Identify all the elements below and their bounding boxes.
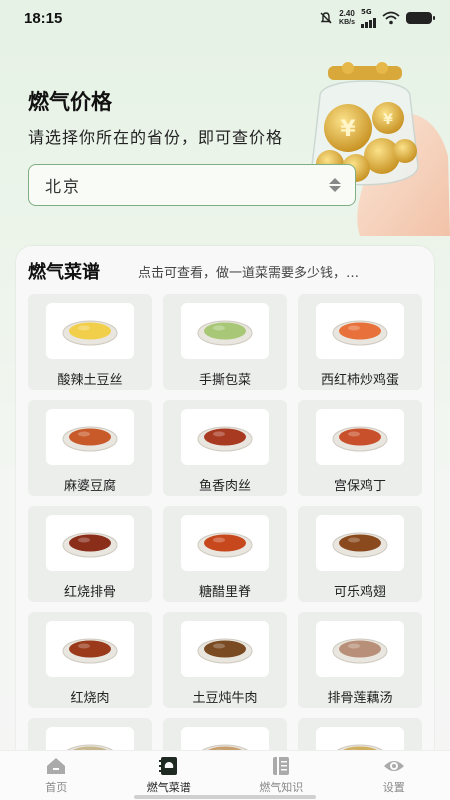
nav-label-settings: 设置 (382, 781, 405, 794)
recipe-card[interactable]: 麻婆豆腐 (28, 400, 152, 496)
recipe-name: 酸辣土豆丝 (57, 373, 123, 388)
dish-image (181, 303, 269, 359)
dish-plate-icon (197, 532, 253, 558)
recipe-card[interactable]: 宫保鸡丁 (298, 400, 422, 496)
recipe-card[interactable]: 红烧肉 (28, 612, 152, 708)
mute-icon (320, 12, 332, 24)
dish-image (181, 515, 269, 571)
signal-icon (361, 16, 376, 28)
recipe-name: 糖醋里脊 (198, 585, 251, 600)
dish-image (316, 303, 404, 359)
dish-plate-icon (62, 320, 118, 346)
recipe-name: 西红柿炒鸡蛋 (320, 373, 399, 388)
recipe-card[interactable]: 排骨莲藕汤 (298, 612, 422, 708)
nav-item-knowledge[interactable]: 燃气知识 (225, 756, 337, 795)
dish-plate-icon (197, 320, 253, 346)
coin-purse-illustration: ¥ ¥ (311, 62, 450, 236)
nav-item-settings[interactable]: 设置 (338, 756, 450, 795)
dish-plate-icon (197, 638, 253, 664)
province-select[interactable]: 北京 (28, 164, 356, 206)
wifi-icon (382, 11, 400, 25)
recipe-name: 宫保鸡丁 (333, 479, 386, 494)
eye-icon (383, 761, 404, 771)
recipe-name: 红烧排骨 (63, 585, 116, 600)
dish-image (46, 303, 134, 359)
nav-label-knowledge: 燃气知识 (259, 781, 304, 794)
book-icon (273, 757, 290, 775)
recipe-card[interactable]: 红烧排骨 (28, 506, 152, 602)
gas-recipe-description: 点击可查看，做一道菜需要多少钱，… (138, 266, 360, 281)
recipe-card[interactable]: 手撕包菜 (163, 294, 287, 390)
battery-icon (406, 12, 435, 24)
net-speed-value: 2.40 (339, 9, 355, 18)
recipe-name: 手撕包菜 (198, 373, 251, 388)
dish-image (181, 409, 269, 465)
recipe-name: 可乐鸡翅 (333, 585, 386, 600)
recipe-name: 麻婆豆腐 (63, 479, 116, 494)
recipe-name: 鱼香肉丝 (198, 479, 251, 494)
gas-recipe-title: 燃气菜谱 (28, 262, 100, 283)
dish-plate-icon (332, 532, 388, 558)
bottom-nav: 首页 燃气菜谱 燃气知识 设置 (0, 750, 450, 800)
recipe-icon (158, 757, 177, 775)
dish-image (316, 515, 404, 571)
recipe-grid: 酸辣土豆丝 手撕包菜 西红柿炒鸡蛋麻婆豆腐 鱼香肉丝 宫保鸡丁红烧排骨 糖醋里脊 可乐鸡翅红… (28, 294, 422, 800)
net-speed-unit: KB/s (339, 19, 355, 26)
dish-plate-icon (197, 426, 253, 452)
recipe-card[interactable]: 西红柿炒鸡蛋 (298, 294, 422, 390)
nav-label-home: 首页 (45, 781, 68, 794)
recipe-name: 排骨莲藕汤 (327, 691, 393, 706)
recipe-card[interactable]: 糖醋里脊 (163, 506, 287, 602)
home-indicator (134, 795, 316, 799)
status-time: 18:15 (24, 9, 63, 27)
svg-text:¥: ¥ (383, 112, 393, 128)
recipe-card[interactable]: 可乐鸡翅 (298, 506, 422, 602)
status-icons: 2.40 KB/s 5G (319, 7, 435, 28)
dish-plate-icon (332, 320, 388, 346)
recipe-card[interactable]: 酸辣土豆丝 (28, 294, 152, 390)
dish-plate-icon (332, 426, 388, 452)
home-icon (47, 758, 66, 774)
nav-item-recipes[interactable]: 燃气菜谱 (113, 756, 225, 795)
nav-item-home[interactable]: 首页 (0, 756, 112, 795)
recipe-name: 土豆炖牛肉 (192, 691, 258, 706)
dish-plate-icon (62, 426, 118, 452)
recipe-card[interactable]: 土豆炖牛肉 (163, 612, 287, 708)
gas-recipe-panel: 燃气菜谱 点击可查看，做一道菜需要多少钱，… 酸辣土豆丝 手撕包菜 西红柿炒鸡蛋麻婆… (16, 246, 434, 800)
dish-image (46, 515, 134, 571)
dish-plate-icon (62, 532, 118, 558)
dish-image (46, 409, 134, 465)
dish-image (46, 621, 134, 677)
recipe-name: 红烧肉 (70, 691, 110, 706)
network-type: 5G (361, 7, 372, 16)
nav-label-recipes: 燃气菜谱 (146, 781, 191, 794)
gas-price-title: 燃气价格 (28, 90, 112, 114)
status-bar: 18:15 2.40 KB/s 5G (0, 0, 450, 36)
dish-image (181, 621, 269, 677)
dish-plate-icon (62, 638, 118, 664)
svg-text:¥: ¥ (340, 117, 356, 142)
select-arrows-icon (329, 178, 341, 192)
province-value: 北京 (45, 177, 82, 196)
gas-price-subtitle: 请选择你所在的省份，即可查价格 (28, 128, 284, 147)
net-speed: 2.40 KB/s (339, 9, 355, 27)
dish-image (316, 409, 404, 465)
dish-image (316, 621, 404, 677)
dish-plate-icon (332, 638, 388, 664)
recipe-card[interactable]: 鱼香肉丝 (163, 400, 287, 496)
